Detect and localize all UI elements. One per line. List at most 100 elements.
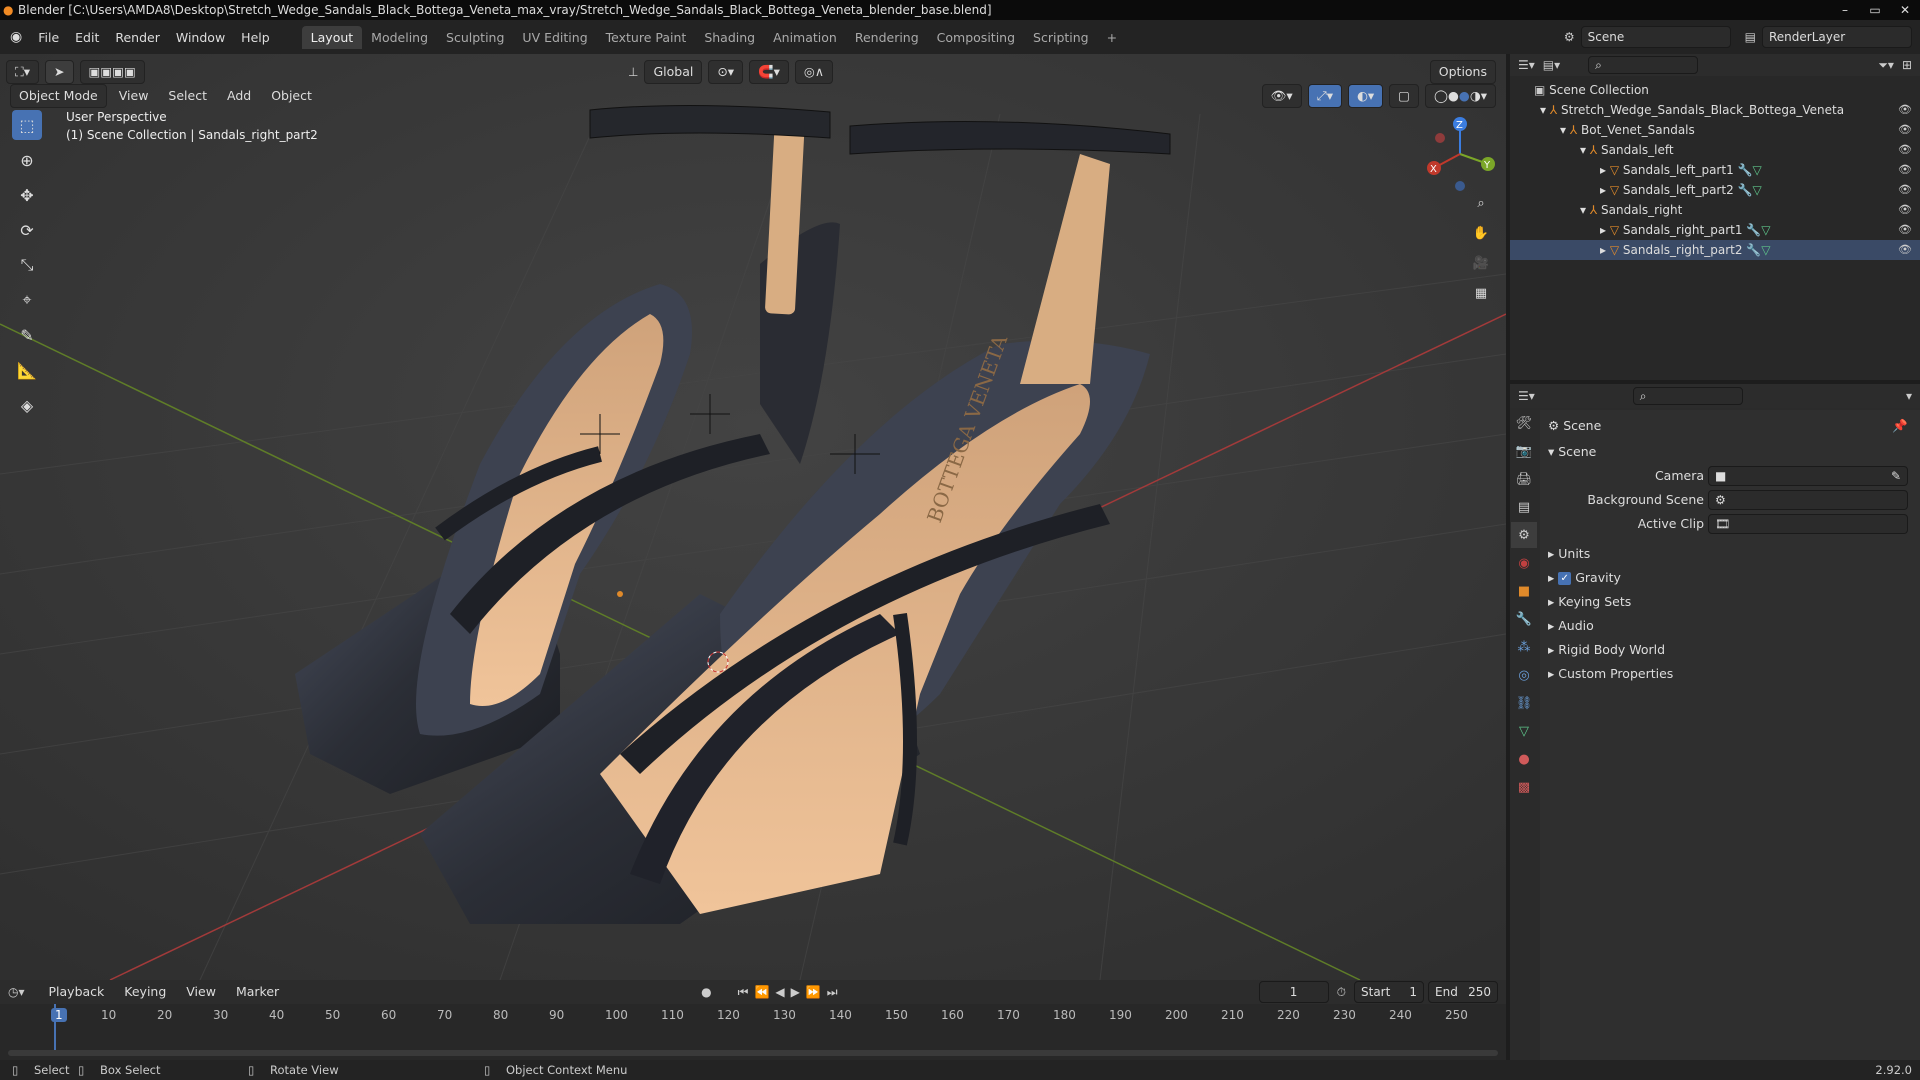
eye-icon[interactable]: 👁 <box>1898 100 1912 120</box>
select-mode-icon[interactable]: ➤ <box>45 60 74 84</box>
pivot-icon[interactable]: ⊙▾ <box>708 60 744 84</box>
select-box-tool-icon[interactable]: ⬚ <box>12 110 42 140</box>
perspective-toggle-icon[interactable]: ▦ <box>1468 280 1494 306</box>
physics-tab-icon[interactable]: ◎ <box>1511 662 1537 688</box>
menu-marker[interactable]: Marker <box>228 981 287 1003</box>
timeline-scrollbar[interactable] <box>8 1050 1498 1056</box>
gravity-panel[interactable]: ▸ ✓ Gravity <box>1548 566 1912 590</box>
playback-controls-icon[interactable]: ⏮⏪◀▶⏩⏭ <box>738 985 844 1000</box>
eye-icon[interactable]: 👁 <box>1898 120 1912 140</box>
tool-tab-icon[interactable]: 🛠 <box>1511 410 1537 436</box>
menu-add[interactable]: Add <box>219 85 259 107</box>
shading-modes-icon[interactable]: ◯●●◑▾ <box>1424 84 1496 108</box>
outliner-editor-icon[interactable]: ☰▾ <box>1518 58 1535 72</box>
audio-panel[interactable]: ▸ Audio <box>1548 614 1912 638</box>
world-tab-icon[interactable]: ◉ <box>1511 550 1537 576</box>
cursor-tool-icon[interactable]: ⊕ <box>12 145 42 175</box>
minimize-icon[interactable]: – <box>1830 0 1860 20</box>
eye-icon[interactable]: 👁 <box>1898 140 1912 160</box>
data-tab-icon[interactable]: ▽ <box>1511 718 1537 744</box>
maximize-icon[interactable]: ▭ <box>1860 0 1890 20</box>
display-mode-icon[interactable]: ▤▾ <box>1543 58 1560 72</box>
record-icon[interactable]: ● <box>701 985 711 999</box>
eyedropper-icon[interactable]: ✎ <box>1891 467 1901 485</box>
pin-icon[interactable]: 📌 <box>1892 414 1908 438</box>
menu-view[interactable]: View <box>111 85 157 107</box>
start-frame-field[interactable]: Start 1 <box>1354 981 1424 1003</box>
renderlayer-selector[interactable]: RenderLayer <box>1762 26 1912 48</box>
eye-icon[interactable]: 👁 <box>1898 200 1912 220</box>
gizmo-toggle-icon[interactable]: ⤢▾ <box>1307 84 1342 108</box>
material-tab-icon[interactable]: ● <box>1511 746 1537 772</box>
outliner-row[interactable]: ▣ Scene Collection <box>1510 80 1920 100</box>
tab-modeling[interactable]: Modeling <box>362 26 437 49</box>
eye-icon[interactable]: 👁 <box>1898 220 1912 240</box>
menu-select[interactable]: Select <box>160 85 215 107</box>
active-clip-field[interactable]: 🎞 <box>1708 514 1908 534</box>
overlay-toggle-icon[interactable]: ◐▾ <box>1347 84 1384 108</box>
editor-type-icon[interactable]: ⛶▾ <box>6 60 40 84</box>
close-icon[interactable]: ✕ <box>1890 0 1920 20</box>
outliner-row[interactable]: ▸ ▽ Sandals_right_part1 🔧▽ 👁 <box>1510 220 1920 240</box>
properties-editor-icon[interactable]: ☰▾ <box>1518 389 1535 403</box>
options-dropdown[interactable]: Options <box>1429 60 1496 84</box>
menu-playback[interactable]: Playback <box>41 981 113 1003</box>
menu-edit[interactable]: Edit <box>67 30 107 45</box>
outliner-row[interactable]: ▾ ⅄ Bot_Venet_Sandals 👁 <box>1510 120 1920 140</box>
tab-compositing[interactable]: Compositing <box>928 26 1024 49</box>
playhead[interactable] <box>54 1004 56 1054</box>
menu-window[interactable]: Window <box>168 30 233 45</box>
scale-tool-icon[interactable]: ⤡ <box>12 250 42 280</box>
filter-icon[interactable]: ⏷▾ <box>1878 58 1894 73</box>
object-tab-icon[interactable]: ■ <box>1511 578 1537 604</box>
camera-field[interactable]: ■ ✎ <box>1708 466 1908 486</box>
units-panel[interactable]: ▸ Units <box>1548 542 1912 566</box>
properties-search[interactable]: ⌕ <box>1632 387 1743 405</box>
texture-tab-icon[interactable]: ▩ <box>1511 774 1537 800</box>
pan-hand-icon[interactable]: ✋ <box>1468 220 1494 246</box>
3d-viewport[interactable]: BOTTEGA VENETA ⛶▾ ➤ ▣▣▣▣ ⊥ Global ⊙▾ 🧲▾ … <box>0 54 1506 980</box>
selection-modes-icon[interactable]: ▣▣▣▣ <box>79 60 145 84</box>
eye-icon[interactable]: 👁 <box>1898 240 1912 260</box>
scene-selector[interactable]: Scene <box>1580 26 1731 48</box>
rotate-tool-icon[interactable]: ⟳ <box>12 215 42 245</box>
menu-keying[interactable]: Keying <box>116 981 174 1003</box>
outliner-row[interactable]: ▸ ▽ Sandals_left_part2 🔧▽ 👁 <box>1510 180 1920 200</box>
scene-tab-icon[interactable]: ⚙ <box>1511 522 1537 548</box>
add-workspace-button[interactable]: + <box>1098 26 1126 49</box>
view-layer-tab-icon[interactable]: ▤ <box>1511 494 1537 520</box>
outliner-search[interactable]: ⌕ <box>1588 56 1699 74</box>
outliner-row[interactable]: ▾ ⅄ Sandals_left 👁 <box>1510 140 1920 160</box>
timeline-ruler[interactable]: 1 10 20 30 40 50 60 70 80 90 100 110 120 130 140 150 160… <box>0 1004 1506 1060</box>
custom-properties-panel[interactable]: ▸ Custom Properties <box>1548 662 1912 686</box>
menu-file[interactable]: File <box>30 30 67 45</box>
constraints-tab-icon[interactable]: ⛓ <box>1511 690 1537 716</box>
tab-scripting[interactable]: Scripting <box>1024 26 1098 49</box>
tab-animation[interactable]: Animation <box>764 26 846 49</box>
properties-options-icon[interactable]: ▾ <box>1906 389 1912 403</box>
visibility-icon[interactable]: 👁▾ <box>1261 84 1302 108</box>
tab-layout[interactable]: Layout <box>301 25 363 49</box>
orientation-dropdown[interactable]: Global <box>644 60 703 84</box>
outliner-row[interactable]: ▾ ⅄ Sandals_right 👁 <box>1510 200 1920 220</box>
snap-icon[interactable]: 🧲▾ <box>749 60 789 84</box>
tab-uv-editing[interactable]: UV Editing <box>513 26 596 49</box>
proportional-icon[interactable]: ◎∧ <box>794 60 833 84</box>
timeline-editor-icon[interactable]: ◷▾ <box>8 985 25 999</box>
render-tab-icon[interactable]: 📷 <box>1511 438 1537 464</box>
current-frame-field[interactable]: 1 <box>1258 981 1329 1003</box>
outliner-row[interactable]: ▾ ⅄ Stretch_Wedge_Sandals_Black_Bottega_… <box>1510 100 1920 120</box>
outliner-row[interactable]: ▸ ▽ Sandals_right_part2 🔧▽ 👁 <box>1510 240 1920 260</box>
annotate-tool-icon[interactable]: ✎ <box>12 320 42 350</box>
outliner-row[interactable]: ▸ ▽ Sandals_left_part1 🔧▽ 👁 <box>1510 160 1920 180</box>
menu-object[interactable]: Object <box>263 85 320 107</box>
tab-rendering[interactable]: Rendering <box>846 26 928 49</box>
xray-icon[interactable]: ▢ <box>1389 84 1419 108</box>
output-tab-icon[interactable]: 🖨 <box>1511 466 1537 492</box>
navigation-gizmo[interactable]: Z Y X <box>1420 114 1500 194</box>
zoom-icon[interactable]: ⌕ <box>1468 190 1494 216</box>
tab-shading[interactable]: Shading <box>695 26 764 49</box>
background-scene-field[interactable]: ⚙ <box>1708 490 1908 510</box>
new-collection-icon[interactable]: ⊞ <box>1902 58 1912 72</box>
gravity-checkbox[interactable]: ✓ <box>1558 572 1572 585</box>
